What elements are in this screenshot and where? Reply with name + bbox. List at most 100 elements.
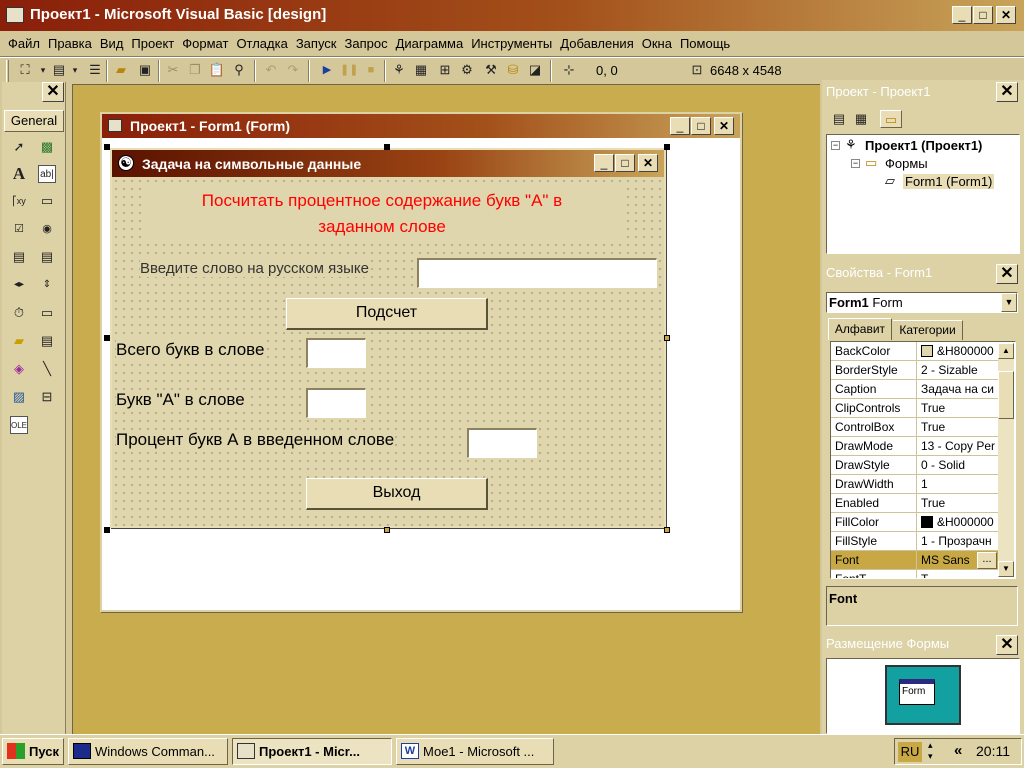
word-input[interactable] [417,258,657,288]
designed-form-maximize-button[interactable]: □ [615,154,635,172]
drivelistbox-tool-icon[interactable]: ▭ [38,304,56,322]
vscrollbar-tool-icon[interactable]: ⇕ [38,276,56,294]
property-value[interactable]: 1 - Прозрачн [919,532,999,551]
property-row[interactable]: ClipControls True [831,399,1001,418]
properties-window-icon[interactable]: ▦ [412,61,430,79]
resize-handle[interactable] [664,144,670,150]
tree-expander-icon[interactable]: − [831,141,840,150]
project-panel-close-button[interactable]: ✕ [996,82,1018,102]
resize-handle[interactable] [104,335,110,341]
line-tool-icon[interactable]: ╲ [38,360,56,378]
form-window-minimize-button[interactable]: _ [670,117,690,135]
combobox-tool-icon[interactable]: ▤ [10,248,28,266]
close-button[interactable]: ✕ [996,6,1016,24]
property-value[interactable]: True [919,418,999,437]
tray-spinner-icon[interactable]: ▴ ▾ [928,740,933,762]
minimize-button[interactable]: _ [952,6,972,24]
property-row[interactable]: DrawWidth 1 [831,475,1001,494]
view-object-icon[interactable]: ▦ [852,110,870,128]
property-row[interactable]: BorderStyle 2 - Sizable [831,361,1001,380]
total-letters-output[interactable] [306,338,366,368]
property-row[interactable]: DrawMode 13 - Copy Per [831,437,1001,456]
property-row[interactable]: Enabled True [831,494,1001,513]
form-window-maximize-button[interactable]: □ [691,117,711,135]
tree-expander-icon[interactable]: − [851,159,860,168]
menu-format[interactable]: Формат [178,33,232,55]
language-indicator[interactable]: RU [898,742,922,762]
start-button[interactable]: Пуск [2,738,64,765]
taskbar-button-vb[interactable]: Проект1 - Micr... [232,738,392,765]
tab-categories[interactable]: Категории [893,320,963,340]
menu-file[interactable]: Файл [4,33,44,55]
property-value[interactable]: 13 - Copy Per [919,437,999,456]
image-tool-icon[interactable]: ▨ [10,388,28,406]
property-value[interactable]: &H800000 [919,342,999,361]
listbox-tool-icon[interactable]: ▤ [38,248,56,266]
break-icon[interactable]: ❚❚ [340,61,358,79]
property-value[interactable]: 0 - Solid [919,456,999,475]
taskbar-button-commander[interactable]: Windows Comman... [68,738,228,765]
property-row[interactable]: BackColor &H800000 [831,342,1001,361]
undo-icon[interactable]: ↶ [262,61,280,79]
find-icon[interactable]: ⚲ [230,61,248,79]
resize-handle[interactable] [384,144,390,150]
menu-window[interactable]: Окна [638,33,676,55]
hscrollbar-tool-icon[interactable]: ◂▸ [10,276,28,294]
a-letters-output[interactable] [306,388,366,418]
property-row[interactable]: FillColor &H000000 [831,513,1001,532]
menu-project[interactable]: Проект [127,33,178,55]
property-value[interactable]: &H000000 [919,513,999,532]
scroll-down-icon[interactable]: ▼ [998,561,1014,577]
property-value[interactable]: 1 [919,475,999,494]
resize-handle[interactable] [384,527,390,533]
exit-button[interactable]: Выход [306,478,488,510]
menu-editor-icon[interactable]: ☰ [86,61,104,79]
form-window-close-button[interactable]: ✕ [714,117,734,135]
tray-expand-arrows[interactable]: « [954,742,962,759]
tab-alphabetic[interactable]: Алфавит [828,318,892,340]
toolbar-grip[interactable] [6,60,9,82]
resize-handle[interactable] [664,335,670,341]
picturebox-tool-icon[interactable]: ▩ [38,138,56,156]
label-tool-icon[interactable]: A [10,165,28,183]
designed-form-minimize-button[interactable]: _ [594,154,614,172]
project-root-node[interactable]: Проект1 (Проект1) [865,138,982,153]
menu-help[interactable]: Помощь [676,33,734,55]
resize-handle[interactable] [664,527,670,533]
commandbutton-tool-icon[interactable]: ▭ [38,192,56,210]
properties-panel-close-button[interactable]: ✕ [996,264,1018,284]
designed-form-close-button[interactable]: ✕ [638,154,658,172]
count-button[interactable]: Подсчет [286,298,488,330]
scroll-up-icon[interactable]: ▲ [998,343,1014,359]
object-dropdown[interactable]: Form1 Form ▼ [826,292,1018,313]
pointer-tool-icon[interactable]: ➚ [10,138,28,156]
view-code-icon[interactable]: ▤ [830,110,848,128]
property-row[interactable]: FontT T [831,570,1001,578]
optionbutton-tool-icon[interactable]: ◉ [38,220,56,238]
property-value[interactable]: T [919,570,999,578]
toolbox-icon[interactable]: ⚒ [482,61,500,79]
project-explorer-icon[interactable]: ⚘ [390,61,408,79]
form1-node[interactable]: Form1 (Form1) [903,174,995,189]
textbox-tool-icon[interactable]: ab| [38,165,56,183]
start-icon[interactable]: ▶ [318,61,336,79]
ole-tool-icon[interactable]: OLE [10,416,28,434]
layout-panel-close-button[interactable]: ✕ [996,635,1018,655]
percent-output[interactable] [467,428,537,458]
dropdown-arrow-icon[interactable]: ▾ [66,61,84,79]
paste-icon[interactable]: 📋 [208,61,226,79]
property-scrollbar[interactable]: ▲ ▼ [998,343,1014,577]
maximize-button[interactable]: □ [973,6,993,24]
toolbox-close-button[interactable]: ✕ [42,82,64,102]
property-row[interactable]: ControlBox True [831,418,1001,437]
timer-tool-icon[interactable]: ⏱ [10,304,28,322]
property-row[interactable]: Font MS Sans... [831,551,1001,570]
menu-query[interactable]: Запрос [341,33,392,55]
property-row[interactable]: Caption Задача на си [831,380,1001,399]
menu-diagram[interactable]: Диаграмма [392,33,468,55]
taskbar-button-word[interactable]: W Мое1 - Microsoft ... [396,738,554,765]
resize-handle[interactable] [104,527,110,533]
toggle-folders-icon[interactable]: ▭ [880,110,902,128]
menu-tools[interactable]: Инструменты [467,33,556,55]
form-position-preview[interactable]: Form [899,679,935,705]
